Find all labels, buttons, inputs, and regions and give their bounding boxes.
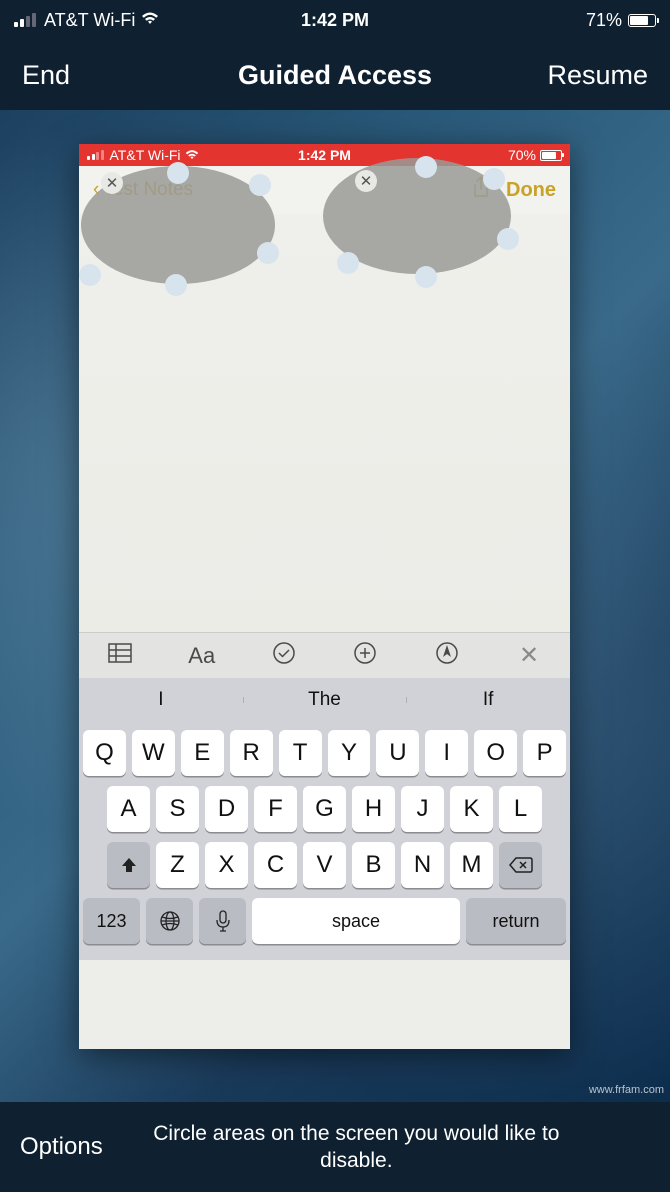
return-key[interactable]: return — [466, 898, 566, 944]
mask-handle[interactable] — [257, 242, 279, 264]
key-e[interactable]: E — [181, 730, 224, 776]
key-d[interactable]: D — [205, 786, 248, 832]
close-icon[interactable]: ✕ — [488, 641, 570, 670]
key-i[interactable]: I — [425, 730, 468, 776]
key-j[interactable]: J — [401, 786, 444, 832]
watermark: www.frfam.com — [589, 1084, 664, 1096]
resume-button[interactable]: Resume — [547, 60, 648, 91]
mask-close-icon[interactable]: ✕ — [101, 172, 123, 194]
mask-handle[interactable] — [497, 228, 519, 250]
options-button[interactable]: Options — [20, 1133, 103, 1161]
plus-circle-icon[interactable] — [324, 641, 406, 671]
bottom-bar: Options Circle areas on the screen you w… — [0, 1102, 670, 1192]
key-k[interactable]: K — [450, 786, 493, 832]
suggestion-2[interactable]: The — [243, 689, 407, 711]
numbers-key[interactable]: 123 — [83, 898, 140, 944]
key-g[interactable]: G — [303, 786, 346, 832]
mask-handle[interactable] — [415, 266, 437, 288]
globe-key[interactable] — [146, 898, 193, 944]
mask-handle[interactable] — [249, 174, 271, 196]
done-button[interactable]: Done — [506, 179, 556, 202]
mask-handle[interactable] — [337, 252, 359, 274]
table-icon[interactable] — [79, 643, 161, 669]
signal-icon — [14, 13, 36, 27]
mask-handle[interactable] — [79, 264, 101, 286]
signal-icon — [87, 150, 104, 160]
key-m[interactable]: M — [450, 842, 493, 888]
key-y[interactable]: Y — [328, 730, 371, 776]
status-time: 1:42 PM — [301, 10, 369, 31]
key-w[interactable]: W — [132, 730, 175, 776]
hint-text: Circle areas on the screen you would lik… — [123, 1120, 650, 1175]
key-s[interactable]: S — [156, 786, 199, 832]
key-q[interactable]: Q — [83, 730, 126, 776]
mask-handle[interactable] — [415, 156, 437, 178]
suggestion-1[interactable]: I — [79, 689, 243, 711]
inner-battery-percent: 70% — [508, 147, 536, 163]
inner-carrier: AT&T Wi-Fi — [110, 147, 181, 163]
mask-handle[interactable] — [167, 162, 189, 184]
mask-handle[interactable] — [165, 274, 187, 296]
key-p[interactable]: P — [523, 730, 566, 776]
suggestion-bar: I The If — [79, 678, 570, 722]
inner-status-bar: AT&T Wi-Fi 1:42 PM 70% — [79, 144, 570, 166]
key-t[interactable]: T — [279, 730, 322, 776]
mic-key[interactable] — [199, 898, 246, 944]
guided-access-nav: End Guided Access Resume — [0, 40, 670, 110]
key-r[interactable]: R — [230, 730, 273, 776]
battery-icon — [628, 14, 656, 27]
key-f[interactable]: F — [254, 786, 297, 832]
end-button[interactable]: End — [22, 60, 70, 91]
mask-handle[interactable] — [483, 168, 505, 190]
key-x[interactable]: X — [205, 842, 248, 888]
notes-toolbar: Aa ✕ — [79, 632, 570, 678]
key-v[interactable]: V — [303, 842, 346, 888]
wifi-icon — [185, 147, 199, 163]
nav-title: Guided Access — [238, 60, 432, 91]
draw-icon[interactable] — [406, 641, 488, 671]
keyboard: Q W E R T Y U I O P A S D F G H J K L Z … — [79, 722, 570, 960]
key-c[interactable]: C — [254, 842, 297, 888]
key-h[interactable]: H — [352, 786, 395, 832]
shift-key[interactable] — [107, 842, 150, 888]
app-preview[interactable]: AT&T Wi-Fi 1:42 PM 70% ‹ Test Notes Done… — [79, 144, 570, 1049]
space-key[interactable]: space — [252, 898, 460, 944]
key-l[interactable]: L — [499, 786, 542, 832]
key-b[interactable]: B — [352, 842, 395, 888]
format-button[interactable]: Aa — [161, 643, 243, 669]
carrier-label: AT&T Wi-Fi — [44, 10, 135, 31]
check-circle-icon[interactable] — [243, 641, 325, 671]
wifi-icon — [141, 10, 159, 30]
inner-time: 1:42 PM — [298, 147, 351, 163]
key-n[interactable]: N — [401, 842, 444, 888]
suggestion-3[interactable]: If — [406, 689, 570, 711]
key-a[interactable]: A — [107, 786, 150, 832]
key-u[interactable]: U — [376, 730, 419, 776]
key-z[interactable]: Z — [156, 842, 199, 888]
outer-status-bar: AT&T Wi-Fi 1:42 PM 71% — [0, 0, 670, 40]
battery-percent: 71% — [586, 10, 622, 31]
backspace-key[interactable] — [499, 842, 542, 888]
key-o[interactable]: O — [474, 730, 517, 776]
battery-icon — [540, 150, 562, 161]
mask-close-icon[interactable]: ✕ — [355, 170, 377, 192]
